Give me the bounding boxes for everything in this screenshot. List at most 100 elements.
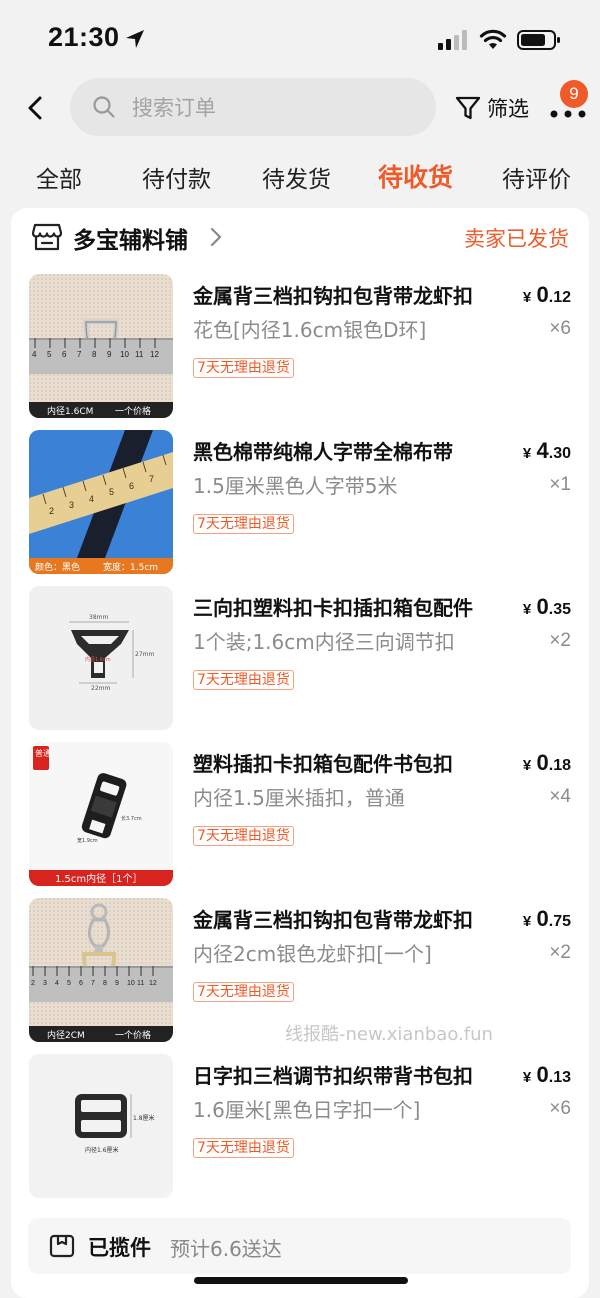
product-title[interactable]: 黑色棉带纯棉人字带全棉布带 bbox=[193, 436, 515, 465]
status-bar: 21:30 bbox=[0, 0, 600, 78]
product-thumbnail[interactable]: 38mm 27mm 内径1.6cm 22mm bbox=[29, 586, 173, 730]
ruler-number: 2 bbox=[31, 980, 35, 987]
product-quantity: ×2 bbox=[549, 630, 571, 651]
ruler-number: 7 bbox=[77, 350, 82, 359]
logistics-bar[interactable]: 已揽件 预计6.6送达 bbox=[28, 1218, 571, 1274]
ruler-number: 3 bbox=[43, 980, 47, 987]
search-placeholder: 搜索订单 bbox=[132, 96, 216, 120]
ruler-number: 8 bbox=[103, 980, 107, 987]
tab-pending-review[interactable]: 待评价 bbox=[502, 160, 571, 194]
ruler-number: 6 bbox=[62, 350, 67, 359]
order-item[interactable]: 38mm 27mm 内径1.6cm 22mm 三向扣塑料扣卡扣插扣箱包配件 1个… bbox=[11, 586, 589, 736]
product-title[interactable]: 金属背三档扣钩扣包背带龙虾扣 bbox=[193, 280, 515, 309]
tab-pending-shipment[interactable]: 待发货 bbox=[262, 160, 331, 194]
order-item[interactable]: 1.8厘米 内径1.6厘米 日字扣三档调节扣织带背书包扣 1.6厘米[黑色日字扣… bbox=[11, 1054, 589, 1204]
product-quantity: ×2 bbox=[549, 942, 571, 963]
corner-label: 普通 bbox=[35, 748, 51, 758]
product-thumbnail[interactable]: 4 5 6 7 8 9 10 11 12 内径1.6CM 一个价格 bbox=[29, 274, 173, 418]
dimension-label: 宽1.9cm bbox=[77, 837, 98, 844]
package-icon bbox=[49, 1234, 75, 1258]
return-policy-tag: 7天无理由退货 bbox=[193, 358, 294, 378]
ruler-number: 4 bbox=[89, 494, 94, 504]
product-spec: 内径2cm银色龙虾扣[一个] bbox=[193, 942, 432, 966]
product-price: ¥ 0.18 bbox=[522, 750, 571, 775]
order-card[interactable]: 多宝辅料铺 卖家已发货 4 5 6 7 8 9 10 11 12 内径1.6CM… bbox=[11, 208, 589, 1298]
funnel-icon bbox=[455, 96, 481, 120]
product-image-d-ring: 4 5 6 7 8 9 10 11 12 内径1.6CM 一个价格 bbox=[29, 274, 173, 418]
return-policy-tag: 7天无理由退货 bbox=[193, 826, 294, 846]
thumb-caption: 一个价格 bbox=[115, 405, 151, 417]
ruler-number: 2 bbox=[49, 506, 54, 516]
product-quantity: ×6 bbox=[549, 318, 571, 339]
more-dots-icon bbox=[550, 110, 586, 118]
product-spec: 1.5厘米黑色人字带5米 bbox=[193, 474, 398, 498]
order-status-tabs: 全部 待付款 待发货 待收货 待评价 bbox=[0, 152, 600, 206]
product-title[interactable]: 金属背三档扣钩扣包背带龙虾扣 bbox=[193, 904, 515, 933]
product-thumbnail[interactable]: 2 3 4 5 6 7 8 9 10 11 12 内径2CM 一个价格 bbox=[29, 898, 173, 1042]
battery-icon bbox=[517, 30, 560, 50]
search-input[interactable]: 搜索订单 bbox=[70, 78, 436, 136]
ruler-number: 6 bbox=[79, 980, 83, 987]
product-price: ¥ 4.30 bbox=[522, 438, 571, 463]
chevron-right-icon bbox=[210, 227, 222, 247]
ruler-number: 5 bbox=[109, 487, 114, 497]
return-policy-tag: 7天无理由退货 bbox=[193, 1138, 294, 1158]
order-item[interactable]: 普通 长3.7cm 宽1.9cm 1.5cm内径［1个］ 塑料插扣卡扣箱包配件书… bbox=[11, 742, 589, 892]
ruler-number: 8 bbox=[92, 350, 97, 359]
thumb-caption: 一个价格 bbox=[115, 1029, 151, 1041]
more-menu-button[interactable]: 9 bbox=[548, 80, 588, 130]
thumb-caption: 内径1.6CM bbox=[47, 405, 93, 417]
return-policy-tag: 7天无理由退货 bbox=[193, 514, 294, 534]
ruler-number: 6 bbox=[129, 481, 134, 491]
message-count-badge: 9 bbox=[560, 80, 588, 108]
ruler-number: 12 bbox=[150, 350, 159, 359]
product-price: ¥ 0.75 bbox=[522, 906, 571, 931]
ruler-number: 7 bbox=[91, 980, 95, 987]
product-thumbnail[interactable]: 2 3 4 5 6 7 颜色：黑色 宽度：1.5cm bbox=[29, 430, 173, 574]
ruler-number: 4 bbox=[55, 980, 59, 987]
dimension-label: 内径1.6厘米 bbox=[85, 1146, 119, 1154]
ruler-number: 11 bbox=[137, 980, 144, 987]
product-price: ¥ 0.35 bbox=[522, 594, 571, 619]
thumb-caption: 内径2CM bbox=[47, 1029, 85, 1041]
logistics-eta: 预计6.6送达 bbox=[170, 1237, 282, 1261]
product-title[interactable]: 塑料插扣卡扣箱包配件书包扣 bbox=[193, 748, 515, 777]
back-arrow-icon[interactable] bbox=[22, 94, 50, 122]
order-item[interactable]: 2 3 4 5 6 7 颜色：黑色 宽度：1.5cm 黑色棉带纯棉人字带全棉布带… bbox=[11, 430, 589, 580]
shop-header[interactable]: 多宝辅料铺 卖家已发货 bbox=[11, 208, 589, 268]
ruler-number: 5 bbox=[47, 350, 52, 359]
product-image-three-way-buckle: 38mm 27mm 内径1.6cm 22mm bbox=[29, 586, 173, 730]
ruler-number: 4 bbox=[32, 350, 37, 359]
tab-pending-receipt[interactable]: 待收货 bbox=[378, 158, 453, 194]
product-spec: 花色[内径1.6cm银色D环] bbox=[193, 318, 427, 342]
ruler-number: 12 bbox=[149, 980, 157, 987]
tab-pending-payment[interactable]: 待付款 bbox=[142, 160, 211, 194]
dimension-label: 1.8厘米 bbox=[133, 1114, 155, 1122]
home-indicator[interactable] bbox=[194, 1277, 408, 1284]
product-quantity: ×6 bbox=[549, 1098, 571, 1119]
return-policy-tag: 7天无理由退货 bbox=[193, 670, 294, 690]
order-item[interactable]: 4 5 6 7 8 9 10 11 12 内径1.6CM 一个价格 金属背三档扣… bbox=[11, 274, 589, 424]
product-title[interactable]: 三向扣塑料扣卡扣插扣箱包配件 bbox=[193, 592, 515, 621]
ruler-number: 9 bbox=[107, 350, 112, 359]
shop-name[interactable]: 多宝辅料铺 bbox=[73, 221, 188, 255]
product-image-lobster-clasp: 2 3 4 5 6 7 8 9 10 11 12 内径2CM 一个价格 bbox=[29, 898, 173, 1042]
thumb-caption: 1.5cm内径［1个］ bbox=[55, 872, 143, 885]
tab-all[interactable]: 全部 bbox=[36, 160, 82, 194]
product-thumbnail[interactable]: 普通 长3.7cm 宽1.9cm 1.5cm内径［1个］ bbox=[29, 742, 173, 886]
thumb-caption: 宽度：1.5cm bbox=[103, 561, 158, 573]
dimension-label: 长3.7cm bbox=[121, 815, 142, 822]
top-bar: 搜索订单 筛选 9 bbox=[0, 78, 600, 138]
ruler-number: 10 bbox=[120, 350, 129, 359]
ruler-number: 9 bbox=[115, 980, 119, 987]
product-title[interactable]: 日字扣三档调节扣织带背书包扣 bbox=[193, 1060, 515, 1089]
product-spec: 1.6厘米[黑色日字扣一个] bbox=[193, 1098, 421, 1122]
product-image-side-release-buckle: 普通 长3.7cm 宽1.9cm 1.5cm内径［1个］ bbox=[29, 742, 173, 886]
ruler-number: 3 bbox=[69, 500, 74, 510]
product-price: ¥ 0.13 bbox=[522, 1062, 571, 1087]
filter-button[interactable]: 筛选 bbox=[454, 92, 536, 124]
product-thumbnail[interactable]: 1.8厘米 内径1.6厘米 bbox=[29, 1054, 173, 1198]
cellular-signal-icon bbox=[438, 30, 467, 50]
dimension-label: 22mm bbox=[91, 685, 110, 692]
product-image-tri-glide-buckle: 1.8厘米 内径1.6厘米 bbox=[29, 1054, 173, 1198]
